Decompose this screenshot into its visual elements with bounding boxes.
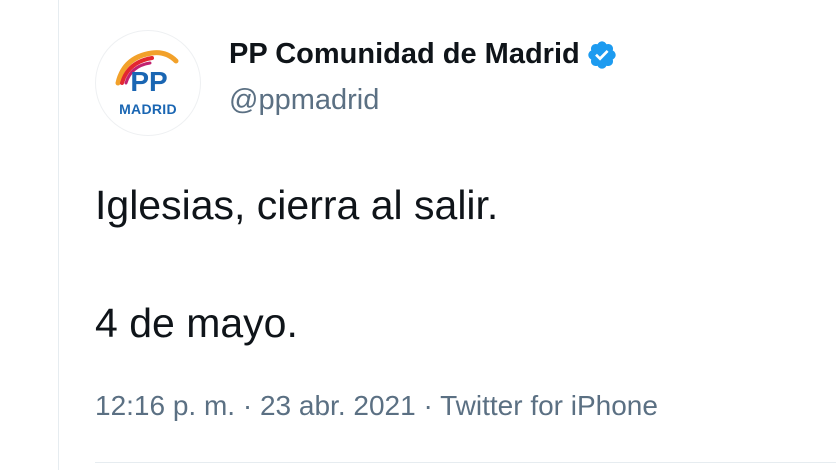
avatar-label: MADRID (119, 101, 177, 117)
divider (95, 462, 836, 463)
display-name[interactable]: PP Comunidad de Madrid (229, 38, 580, 71)
pp-logo-text: PP (130, 66, 167, 97)
tweet-meta: 12:16 p. m. · 23 abr. 2021 · Twitter for… (95, 390, 658, 422)
tweet-time[interactable]: 12:16 p. m. (95, 390, 235, 421)
pp-madrid-logo: PP (115, 50, 179, 97)
avatar[interactable]: PP MADRID (95, 30, 201, 136)
verified-badge-icon (586, 39, 618, 71)
user-handle[interactable]: @ppmadrid (229, 84, 379, 117)
tweet-date[interactable]: 23 abr. 2021 (260, 390, 416, 421)
meta-separator: · (235, 390, 260, 421)
tweet-card: PP MADRID PP Comunidad de Madrid @ppmadr… (58, 0, 836, 470)
meta-separator: · (415, 390, 441, 421)
tweet-source[interactable]: Twitter for iPhone (440, 390, 658, 421)
tweet-text-line: Iglesias, cierra al salir. (95, 182, 499, 228)
tweet-text-line: 4 de mayo. (95, 300, 298, 346)
display-name-row[interactable]: PP Comunidad de Madrid (229, 38, 618, 71)
